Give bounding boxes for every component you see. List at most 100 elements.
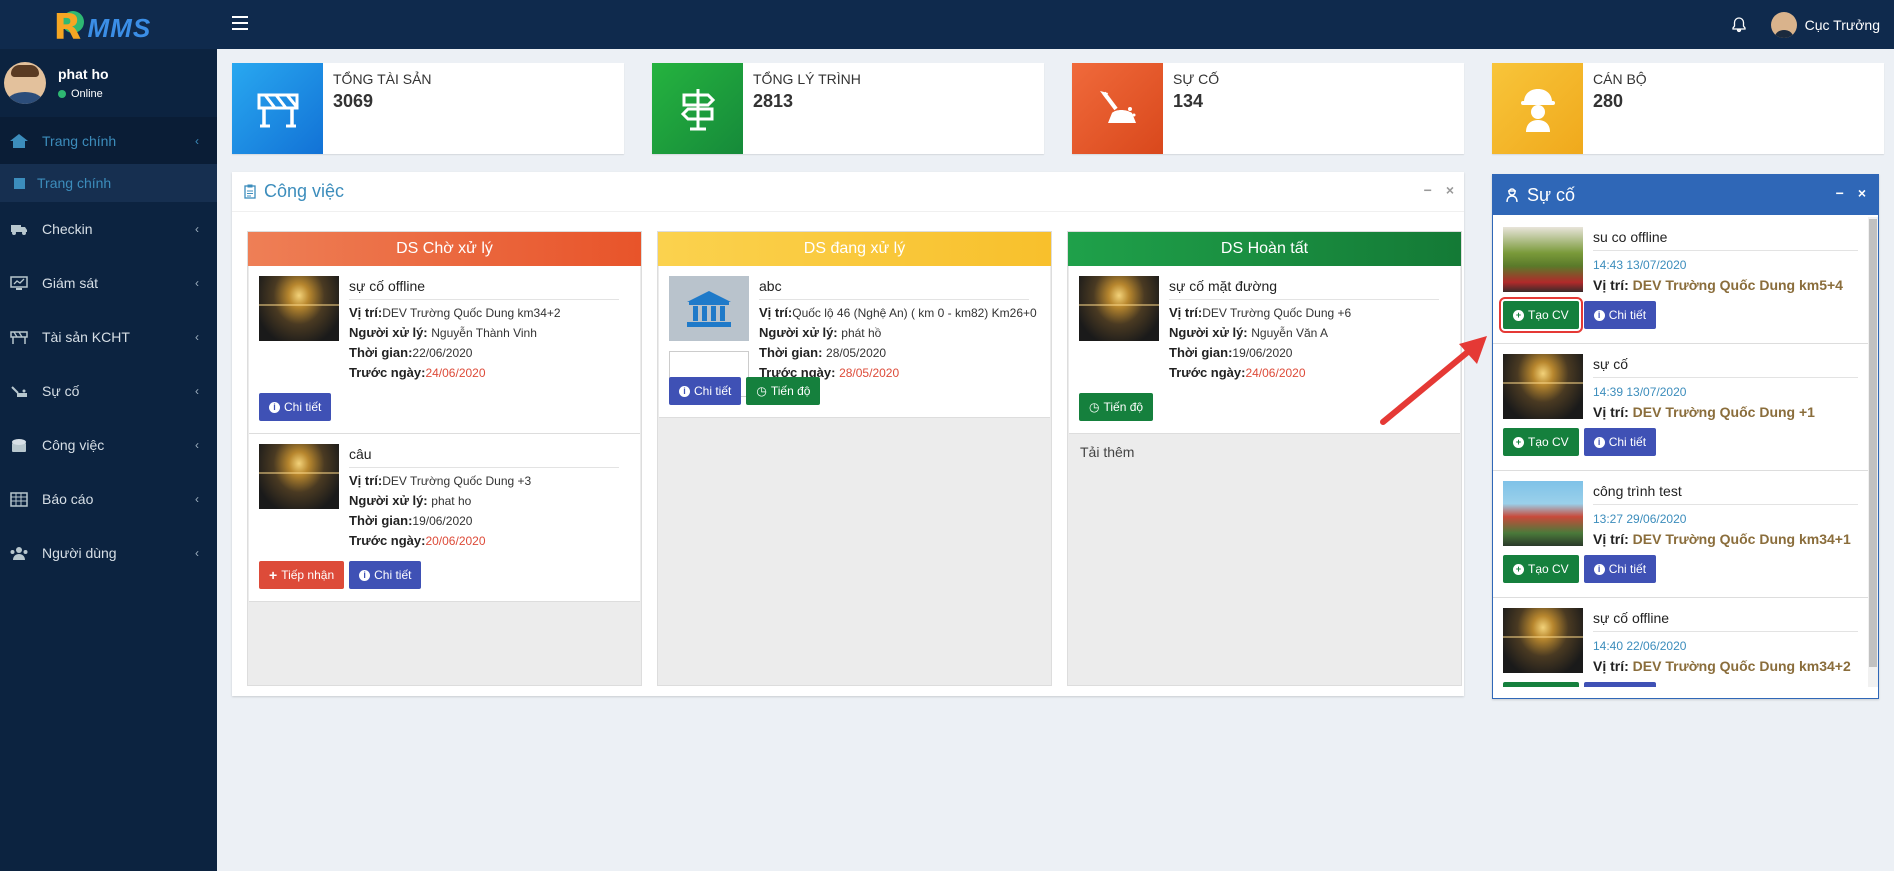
stat-label: CÁN BỘ: [1593, 71, 1647, 87]
clock-icon: ◷: [756, 384, 767, 398]
create-task-button[interactable]: +Tạo CV: [1503, 555, 1579, 583]
incident-thumbnail: [1503, 354, 1583, 419]
chevron-left-icon: ‹: [195, 133, 199, 148]
scrollbar[interactable]: [1868, 217, 1878, 687]
bank-icon: [669, 276, 749, 341]
stat-box-tong-tai-san: TỔNG TÀI SẢN 3069: [232, 63, 624, 154]
column-dang-xu-ly: DS đang xử lý abc Vị trí:Quốc lộ 46 (Ngh…: [657, 231, 1052, 686]
task-title: sự cố offline: [349, 276, 619, 300]
stat-value: 134: [1173, 91, 1204, 111]
detail-button[interactable]: iChi tiết: [349, 561, 422, 589]
user-panel: phat ho Online: [0, 49, 217, 117]
stat-value: 280: [1593, 91, 1624, 111]
scrollbar-thumb[interactable]: [1869, 219, 1877, 667]
user-name: Cục Trưởng: [1804, 16, 1880, 33]
minimize-icon[interactable]: −: [1424, 182, 1432, 198]
menu-toggle-icon[interactable]: [232, 16, 248, 30]
close-icon[interactable]: ×: [1858, 185, 1866, 201]
task-thumbnail: [259, 276, 339, 341]
sidebar-item-su-co[interactable]: Sự cố ‹: [0, 364, 217, 418]
users-icon: [8, 544, 30, 562]
plus-circle-icon: +: [1513, 436, 1524, 448]
info-icon: i: [1593, 563, 1605, 575]
task-title: abc: [759, 276, 1029, 300]
online-dot-icon: [58, 90, 66, 98]
submenu-item-trang-chinh[interactable]: Trang chính: [0, 164, 217, 202]
task-card: abc Vị trí:Quốc lộ 46 (Nghệ An) ( km 0 -…: [659, 266, 1050, 418]
incident-location: DEV Trường Quốc Dung +1: [1632, 404, 1815, 420]
detail-button[interactable]: iChi tiết: [669, 377, 742, 405]
sidebar-item-bao-cao[interactable]: Báo cáo ‹: [0, 472, 217, 526]
avatar: [4, 62, 46, 104]
chevron-left-icon: ‹: [195, 492, 199, 506]
detail-button[interactable]: iChi tiết: [1583, 682, 1657, 687]
chevron-left-icon: ‹: [195, 438, 199, 452]
create-task-button[interactable]: +Tạo CV: [1499, 297, 1583, 333]
sidebar-item-trang-chinh[interactable]: Trang chính ‹: [0, 117, 217, 164]
task-title: câu: [349, 444, 619, 468]
app-logo[interactable]: R MMS: [0, 0, 217, 49]
incident-time: 14:43 13/07/2020: [1593, 258, 1687, 272]
table-icon: [8, 490, 30, 508]
logo-text: MMS: [87, 12, 152, 43]
bell-icon[interactable]: [1731, 16, 1747, 33]
stat-label: SỰ CỐ: [1173, 71, 1220, 87]
detail-button[interactable]: iChi tiết: [1583, 555, 1657, 583]
stat-value: 2813: [753, 91, 794, 111]
incident-location: DEV Trường Quốc Dung km34+1: [1632, 531, 1851, 547]
square-icon: [14, 177, 25, 189]
sidebar-item-checkin[interactable]: Checkin ‹: [0, 202, 217, 256]
progress-button[interactable]: ◷ Tiến độ: [1079, 393, 1154, 421]
incident-time: 13:27 29/06/2020: [1593, 512, 1687, 526]
panel-title: Sự cố: [1527, 184, 1576, 205]
top-navbar: R MMS Cục Trưởng: [0, 0, 1894, 49]
sidebar-user-name: phat ho: [58, 66, 109, 82]
info-icon: i: [679, 385, 690, 397]
incident-time: 14:39 13/07/2020: [1593, 385, 1687, 399]
clipboard-icon: [244, 184, 256, 199]
task-card: câu Vị trí:DEV Trường Quốc Dung +3 Người…: [249, 434, 640, 602]
truck-icon: [8, 220, 30, 238]
panel-title: Công việc: [264, 181, 345, 201]
accept-button[interactable]: + Tiếp nhận: [259, 561, 345, 589]
detail-button[interactable]: iChi tiết: [1583, 428, 1657, 456]
sidebar: phat ho Online Trang chính ‹ Trang chính…: [0, 49, 217, 871]
detail-button[interactable]: iChi tiết: [259, 393, 332, 421]
create-task-button[interactable]: +Tạo CV: [1503, 682, 1579, 687]
sidebar-item-giam-sat[interactable]: Giám sát ‹: [0, 256, 217, 310]
detail-button[interactable]: iChi tiết: [1583, 301, 1657, 329]
box-icon: [8, 436, 30, 454]
info-icon: i: [1593, 436, 1605, 448]
chevron-left-icon: ‹: [195, 222, 199, 236]
create-task-button[interactable]: +Tạo CV: [1503, 428, 1579, 456]
column-hoan-tat: DS Hoàn tất sự cố mặt đường Vị trí:DEV T…: [1067, 231, 1462, 686]
excavator-icon: [8, 382, 30, 400]
incident-title: su co offline: [1593, 227, 1858, 251]
barrier-icon: [8, 328, 30, 346]
worker-icon: [1492, 63, 1583, 154]
incident-panel: Sự cố − × su co offline 14:43 13/07/2020…: [1492, 174, 1879, 699]
info-icon: i: [269, 401, 280, 413]
info-icon: i: [1593, 309, 1605, 321]
incident-title: sự cố offline: [1593, 608, 1858, 632]
stat-label: TỔNG TÀI SẢN: [333, 71, 432, 87]
incident-location: DEV Trường Quốc Dung km34+2: [1632, 658, 1851, 674]
plus-circle-icon: +: [1513, 563, 1524, 575]
incident-item: sự cố offline 14:40 22/06/2020 Vị trí: D…: [1493, 598, 1868, 687]
load-more-link[interactable]: Tải thêm: [1068, 434, 1461, 470]
user-menu[interactable]: Cục Trưởng: [1770, 11, 1880, 38]
close-icon[interactable]: ×: [1446, 182, 1454, 198]
stat-box-su-co: SỰ CỐ 134: [1072, 63, 1464, 154]
sidebar-item-nguoi-dung[interactable]: Người dùng ‹: [0, 526, 217, 580]
column-cho-xu-ly: DS Chờ xử lý sự cố offline Vị trí:DEV Tr…: [247, 231, 642, 686]
home-icon: [8, 132, 30, 150]
chevron-left-icon: ‹: [195, 330, 199, 344]
progress-button[interactable]: ◷ Tiến độ: [746, 377, 821, 405]
incident-item: công trình test 13:27 29/06/2020 Vị trí:…: [1493, 471, 1868, 598]
minimize-icon[interactable]: −: [1836, 185, 1844, 201]
column-header: DS Hoàn tất: [1068, 232, 1461, 266]
sidebar-item-tai-san-kcht[interactable]: Tài sản KCHT ‹: [0, 310, 217, 364]
excavator-icon: [1072, 63, 1163, 154]
incident-item: su co offline 14:43 13/07/2020 Vị trí: D…: [1493, 217, 1868, 344]
sidebar-item-cong-viec[interactable]: Công việc ‹: [0, 418, 217, 472]
